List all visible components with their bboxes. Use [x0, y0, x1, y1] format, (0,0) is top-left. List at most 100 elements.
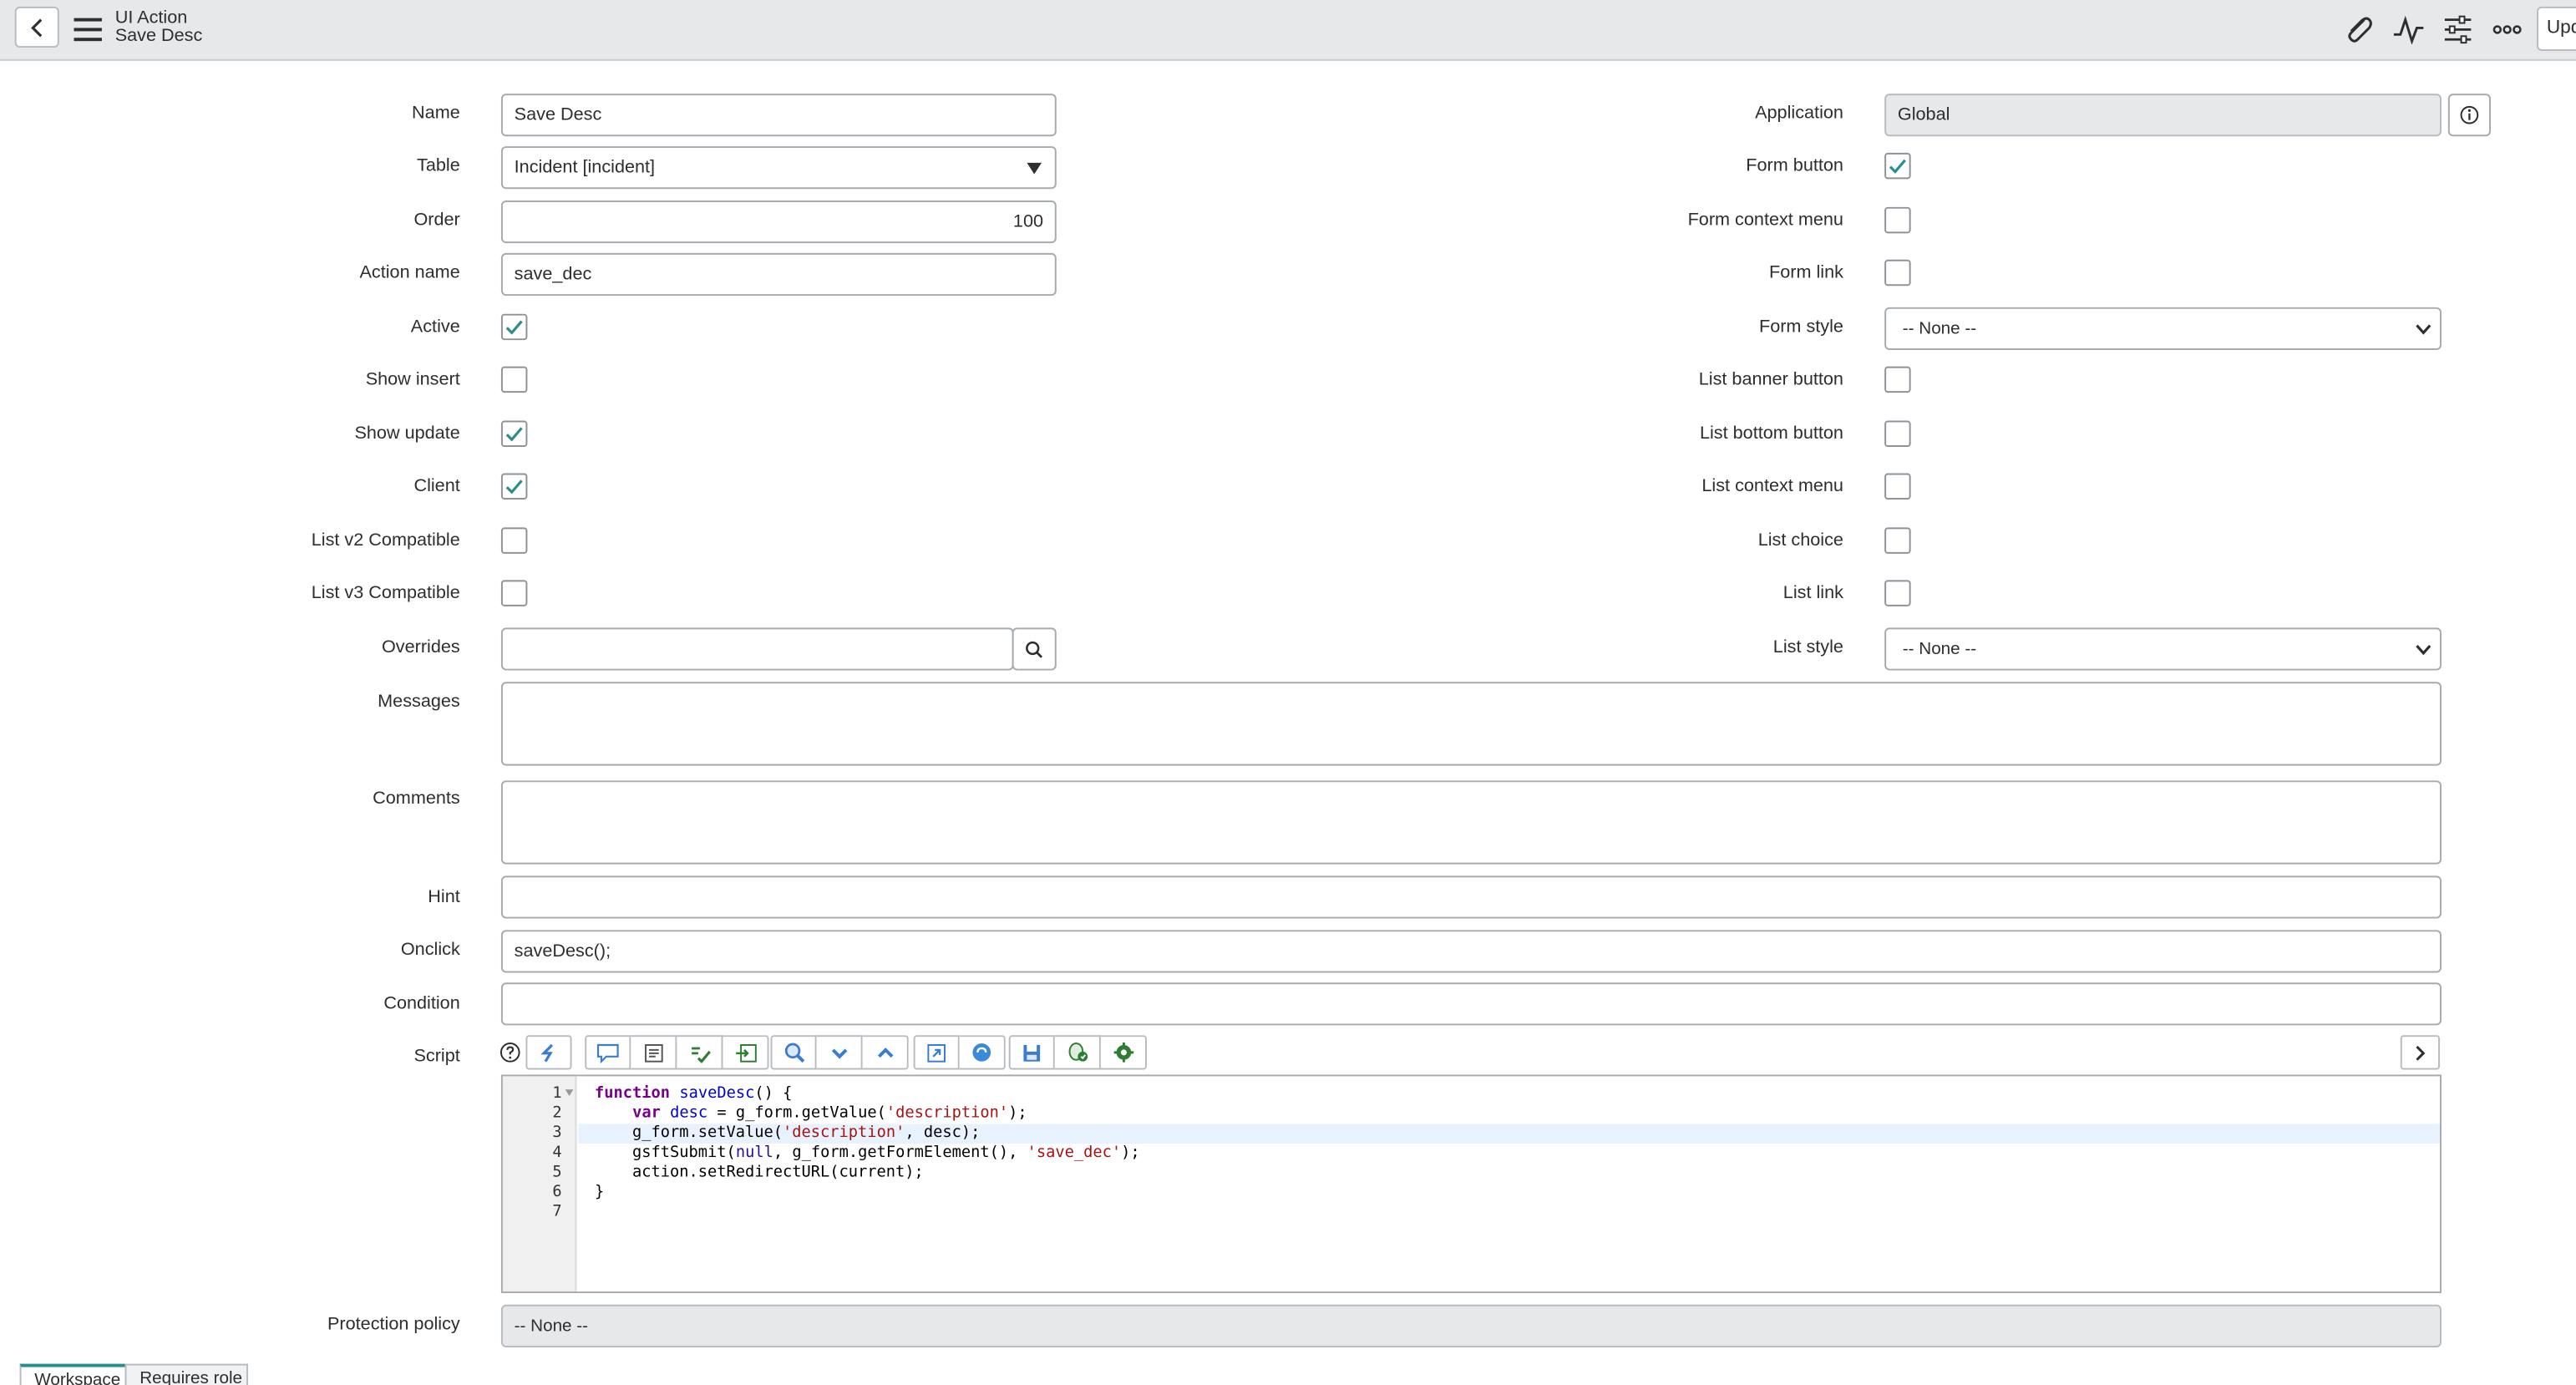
- code-line-5: action.setRedirectURL(current);: [595, 1163, 924, 1182]
- list-v2-checkbox[interactable]: [500, 527, 528, 554]
- script-settings-button[interactable]: [1100, 1035, 1147, 1070]
- application-info-button[interactable]: [2447, 94, 2491, 137]
- syntax-toggle-icon: [540, 1043, 554, 1062]
- debug-icon: [1067, 1043, 1088, 1062]
- overrides-lookup-button[interactable]: [1012, 627, 1057, 671]
- table-select-value: Incident [incident]: [514, 157, 656, 178]
- header-title: UI Action Save Desc: [115, 9, 203, 46]
- list-link-checkbox[interactable]: [1884, 580, 1911, 606]
- menu-icon[interactable]: [74, 18, 102, 42]
- find-next-button[interactable]: [816, 1035, 863, 1070]
- form-style-select[interactable]: -- None --: [1884, 307, 2442, 350]
- comment-icon: [596, 1043, 619, 1063]
- update-button[interactable]: Update: [2537, 6, 2576, 51]
- format-icon: [644, 1043, 662, 1062]
- form-style-value: -- None --: [1902, 318, 1977, 339]
- list-banner-button-label: List banner button: [1698, 369, 1843, 390]
- list-link-label: List link: [1782, 583, 1843, 603]
- line-number: 6: [552, 1183, 562, 1201]
- code-line-6: }: [595, 1183, 605, 1201]
- list-context-menu-label: List context menu: [1701, 476, 1843, 497]
- chevron-up-icon: [876, 1047, 893, 1058]
- overrides-input[interactable]: [500, 627, 1014, 671]
- list-bottom-button-checkbox[interactable]: [1884, 420, 1911, 448]
- tab-requires-role[interactable]: Requires role: [124, 1363, 249, 1385]
- more-icon[interactable]: [2491, 15, 2523, 44]
- show-insert-checkbox[interactable]: [500, 366, 528, 393]
- order-label: Order: [413, 210, 460, 231]
- list-v2-label: List v2 Compatible: [311, 530, 460, 550]
- replace-icon: [927, 1043, 946, 1062]
- comments-textarea[interactable]: [500, 780, 2442, 865]
- code-line-2: var desc = g_form.getValue('description'…: [632, 1103, 1027, 1123]
- line-number: 7: [552, 1202, 562, 1221]
- line-number: 3: [552, 1124, 562, 1143]
- check-icon: [505, 427, 523, 442]
- list-v3-label: List v3 Compatible: [311, 583, 460, 603]
- chevron-down-icon: [830, 1048, 847, 1058]
- line-gutter: 1 2 3 4 5 6 7: [502, 1076, 577, 1292]
- client-checkbox[interactable]: [500, 473, 528, 500]
- syntax-check-icon: [691, 1046, 710, 1063]
- check-icon: [505, 320, 523, 335]
- form-context-menu-checkbox[interactable]: [1884, 206, 1911, 234]
- hint-input[interactable]: [500, 875, 2442, 919]
- replace-all-button[interactable]: [959, 1035, 1006, 1070]
- form-header: UI Action Save Desc Update: [0, 0, 2576, 61]
- save-script-button[interactable]: [1008, 1035, 1055, 1070]
- help-icon[interactable]: [499, 1042, 521, 1063]
- list-context-menu-checkbox[interactable]: [1884, 473, 1911, 500]
- table-select[interactable]: Incident [incident]: [500, 146, 1057, 190]
- active-checkbox[interactable]: [500, 313, 528, 341]
- settings-sliders-icon[interactable]: [2442, 15, 2474, 44]
- chevron-down-icon: [2416, 324, 2431, 335]
- list-choice-checkbox[interactable]: [1884, 527, 1911, 554]
- back-button[interactable]: [14, 6, 59, 48]
- save-icon: [1023, 1044, 1041, 1061]
- toggle-syntax-button[interactable]: [525, 1035, 572, 1070]
- order-input[interactable]: 100: [500, 200, 1057, 244]
- form-link-checkbox[interactable]: [1884, 259, 1911, 287]
- comment-button[interactable]: [585, 1035, 631, 1070]
- comments-label: Comments: [373, 789, 460, 809]
- fold-arrow-icon[interactable]: [565, 1089, 574, 1096]
- code-line-4: gsftSubmit(null, g_form.getFormElement()…: [595, 1144, 1140, 1162]
- line-number: 4: [552, 1144, 562, 1162]
- application-field: Global: [1884, 94, 2442, 137]
- show-update-checkbox[interactable]: [500, 420, 528, 448]
- name-input[interactable]: Save Desc: [500, 94, 1057, 137]
- protection-policy-field: -- None --: [500, 1304, 2442, 1347]
- protection-policy-label: Protection policy: [327, 1314, 460, 1335]
- list-choice-label: List choice: [1757, 530, 1843, 550]
- list-banner-button-checkbox[interactable]: [1884, 366, 1911, 393]
- table-label: Table: [417, 155, 460, 176]
- find-button[interactable]: [770, 1035, 817, 1070]
- list-v3-checkbox[interactable]: [500, 580, 528, 606]
- show-insert-label: Show insert: [365, 369, 460, 390]
- list-style-value: -- None --: [1902, 639, 1977, 659]
- action-name-label: Action name: [359, 262, 460, 283]
- check-syntax-button[interactable]: [677, 1035, 723, 1070]
- code-line-1: function saveDesc() {: [595, 1084, 793, 1103]
- action-name-input[interactable]: save_dec: [500, 252, 1057, 297]
- messages-label: Messages: [378, 692, 460, 712]
- condition-input[interactable]: [500, 982, 2442, 1026]
- expand-editor-button[interactable]: [2400, 1035, 2440, 1070]
- overrides-label: Overrides: [381, 637, 460, 657]
- insert-script-button[interactable]: [723, 1035, 769, 1070]
- find-previous-button[interactable]: [862, 1035, 909, 1070]
- paperclip-icon[interactable]: [2343, 15, 2376, 44]
- replace-all-icon: [972, 1043, 991, 1062]
- activity-icon[interactable]: [2392, 15, 2425, 45]
- hint-label: Hint: [428, 887, 460, 907]
- replace-button[interactable]: [913, 1035, 960, 1070]
- form-button-checkbox[interactable]: [1884, 152, 1911, 180]
- messages-textarea[interactable]: [500, 682, 2442, 766]
- script-debugger-button[interactable]: [1054, 1035, 1101, 1070]
- format-code-button[interactable]: [631, 1035, 677, 1070]
- onclick-input[interactable]: saveDesc();: [500, 930, 2442, 973]
- search-icon: [783, 1043, 804, 1063]
- tab-workspace[interactable]: Workspace: [19, 1363, 127, 1385]
- script-editor[interactable]: 1 2 3 4 5 6 7 function saveDesc() { var …: [500, 1074, 2442, 1294]
- list-style-select[interactable]: -- None --: [1884, 627, 2442, 671]
